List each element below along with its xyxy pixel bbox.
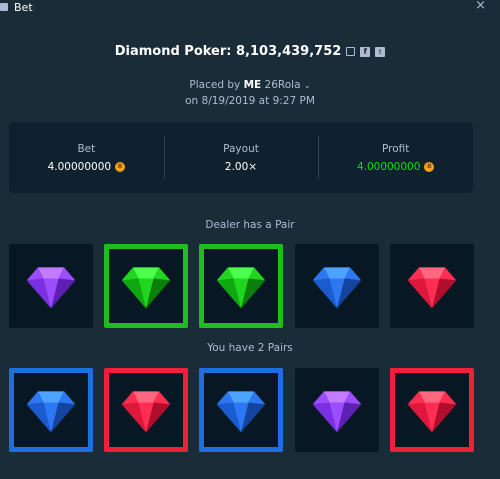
bet-date: on 8/19/2019 at 9:27 PM [185, 95, 315, 107]
close-icon[interactable]: × [475, 0, 486, 13]
bet-label: Bet [77, 142, 96, 155]
twitter-icon[interactable]: t [375, 46, 386, 57]
profit-label: Profit [381, 142, 410, 155]
purple-gem-icon [311, 389, 363, 434]
red-gem-icon [406, 389, 458, 434]
bet-icon [0, 3, 8, 11]
red-gem-icon [406, 265, 458, 310]
page-title: Diamond Poker: 8,103,439,752 [114, 44, 342, 59]
bet-headline: Diamond Poker: 8,103,439,752 f t [0, 44, 500, 59]
window-titlebar: Bet × [0, 0, 500, 14]
username-suffix: 26Rola [264, 79, 301, 91]
player-card [295, 368, 379, 452]
window-title: Bet [14, 0, 33, 14]
coin-icon: B [115, 161, 126, 172]
green-gem-icon [215, 265, 267, 310]
profit-stat: Profit 4.00000000 B [318, 122, 473, 193]
stats-panel: Bet 4.00000000 B Payout 2.00× Profit 4.0… [9, 122, 473, 193]
placed-by: Placed by ME 26Rola ⌄ [0, 79, 500, 91]
blue-gem-icon [215, 389, 267, 434]
dealer-card [295, 244, 379, 328]
payout-value: 2.00× [224, 160, 258, 173]
payout-value-row: 2.00× [225, 161, 257, 173]
blue-gem-icon [25, 389, 77, 434]
green-gem-icon [120, 265, 172, 310]
bet-value: 4.00000000 [47, 160, 112, 173]
dealer-card [9, 244, 93, 328]
profit-value: 4.00000000 [356, 160, 421, 173]
copy-icon[interactable] [346, 47, 356, 56]
chevron-down-icon[interactable]: ⌄ [304, 81, 311, 90]
dealer-card [390, 244, 474, 328]
blue-gem-icon [311, 265, 363, 310]
player-card [199, 368, 283, 452]
dealer-hand [0, 244, 500, 330]
dealer-result-label: Dealer has a Pair [205, 219, 295, 231]
player-card [9, 368, 93, 452]
dealer-card [104, 244, 188, 328]
bet-value-row: 4.00000000 B [47, 160, 126, 173]
dealer-card [199, 244, 283, 328]
player-result-label: You have 2 Pairs [207, 342, 293, 354]
coin-icon: B [424, 161, 435, 172]
player-card [104, 368, 188, 452]
payout-stat: Payout 2.00× [163, 122, 319, 193]
red-gem-icon [120, 389, 172, 434]
player-hand [0, 368, 500, 454]
bet-stat: Bet 4.00000000 B [9, 122, 164, 193]
profit-value-row: 4.00000000 B [356, 160, 435, 173]
username-link[interactable]: ME [244, 79, 262, 91]
player-card [390, 368, 474, 452]
payout-label: Payout [223, 142, 259, 155]
purple-gem-icon [25, 265, 77, 310]
placed-by-prefix: Placed by [189, 79, 241, 91]
facebook-icon[interactable]: f [360, 46, 371, 57]
